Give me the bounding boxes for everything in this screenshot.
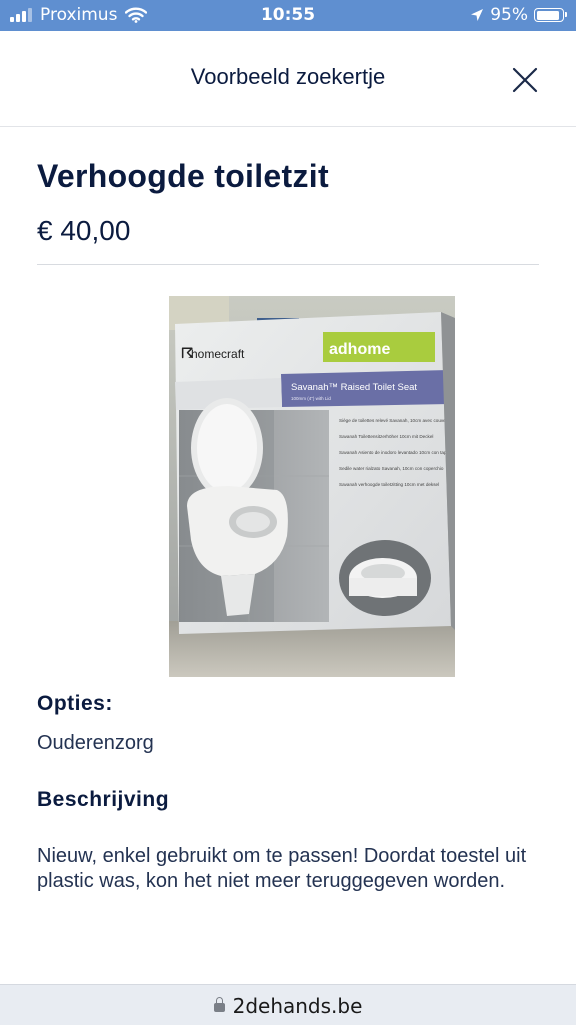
- product-photo-illustration: adhome ☈ homecraft Savanah™ Raised Toile…: [169, 296, 455, 677]
- battery-percentage: 95%: [490, 5, 528, 25]
- photo-subbrand: adhome: [329, 341, 390, 358]
- modal-header: Voorbeeld zoekertje: [0, 31, 576, 127]
- photo-multilang-0: Siège de toilettes relevé Savanah, 10cm …: [339, 418, 454, 423]
- photo-product-sub: 100mm (4") with Lid: [291, 396, 331, 401]
- options-label: Opties:: [37, 692, 113, 715]
- lock-icon: [213, 997, 225, 1012]
- status-right: 95%: [470, 5, 567, 25]
- photo-multilang-3: Sedile water rialzato Savanah, 10cm con …: [339, 466, 444, 471]
- photo-multilang-2: Savanah Asiento de inodoro levantado 10c…: [339, 450, 450, 455]
- close-icon[interactable]: [512, 67, 538, 93]
- url-text[interactable]: 2dehands.be: [233, 994, 363, 1018]
- status-bar: Proximus 10:55 95%: [0, 0, 576, 31]
- ad-price: € 40,00: [37, 215, 131, 246]
- divider: [37, 264, 539, 265]
- description-text: Nieuw, enkel gebruikt om te passen! Door…: [37, 845, 527, 892]
- battery-icon: [534, 8, 567, 22]
- header-title: Voorbeeld zoekertje: [190, 64, 386, 89]
- photo-brand: homecraft: [191, 347, 245, 361]
- photo-multilang-1: Savanah Toilettensitzerhöher 10cm mit De…: [339, 434, 433, 439]
- location-arrow-icon: [471, 9, 484, 21]
- options-value: Ouderenzorg: [37, 732, 154, 754]
- photo-multilang-4: Savanah verhoogde toiletzitting 10cm met…: [339, 482, 439, 487]
- url-container[interactable]: 2dehands.be: [0, 994, 576, 1018]
- photo-product-name: Savanah™ Raised Toilet Seat: [291, 382, 417, 393]
- browser-url-bar[interactable]: 2dehands.be: [0, 984, 576, 1025]
- battery-level: [536, 10, 560, 20]
- description-label: Beschrijving: [37, 788, 170, 811]
- product-photo[interactable]: adhome ☈ homecraft Savanah™ Raised Toile…: [169, 296, 455, 677]
- ad-title: Verhoogde toiletzit: [37, 158, 329, 194]
